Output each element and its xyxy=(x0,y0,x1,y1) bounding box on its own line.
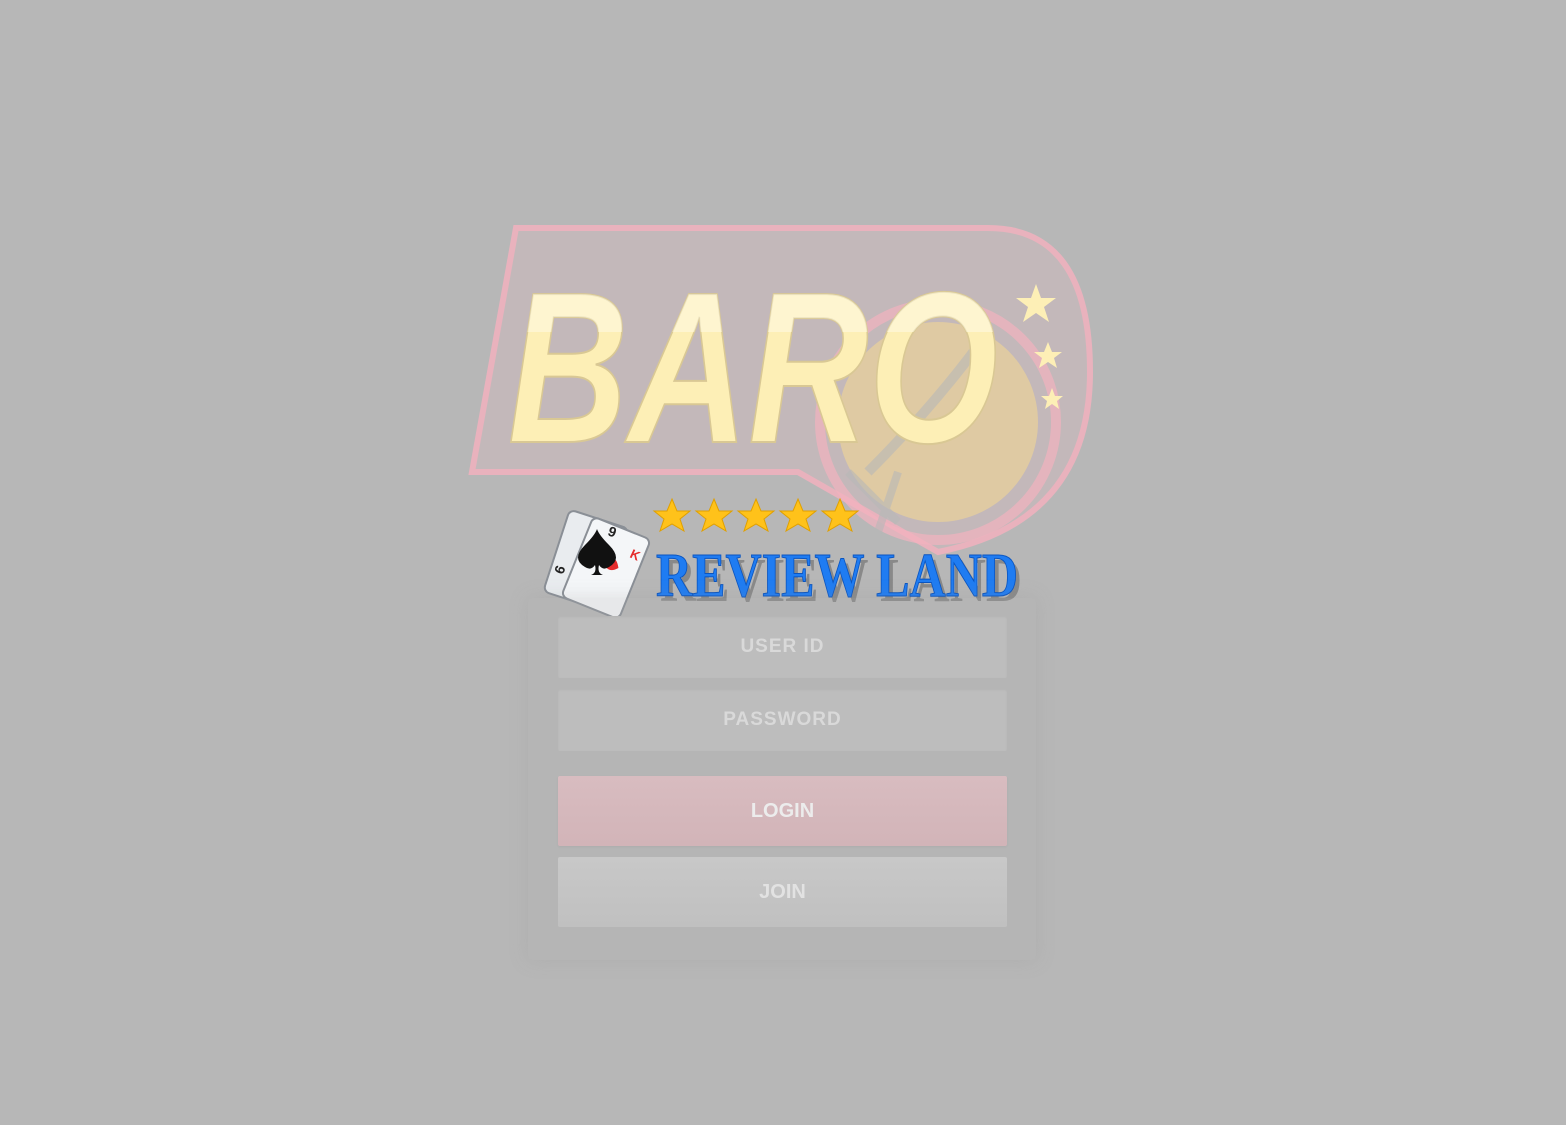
login-page: BARO BARO 6 9 K xyxy=(0,0,1566,1125)
login-button[interactable]: LOGIN xyxy=(558,776,1007,846)
password-input[interactable] xyxy=(558,689,1007,751)
rating-stars xyxy=(652,497,860,533)
join-button[interactable]: JOIN xyxy=(558,857,1007,927)
user-id-input[interactable] xyxy=(558,616,1007,678)
